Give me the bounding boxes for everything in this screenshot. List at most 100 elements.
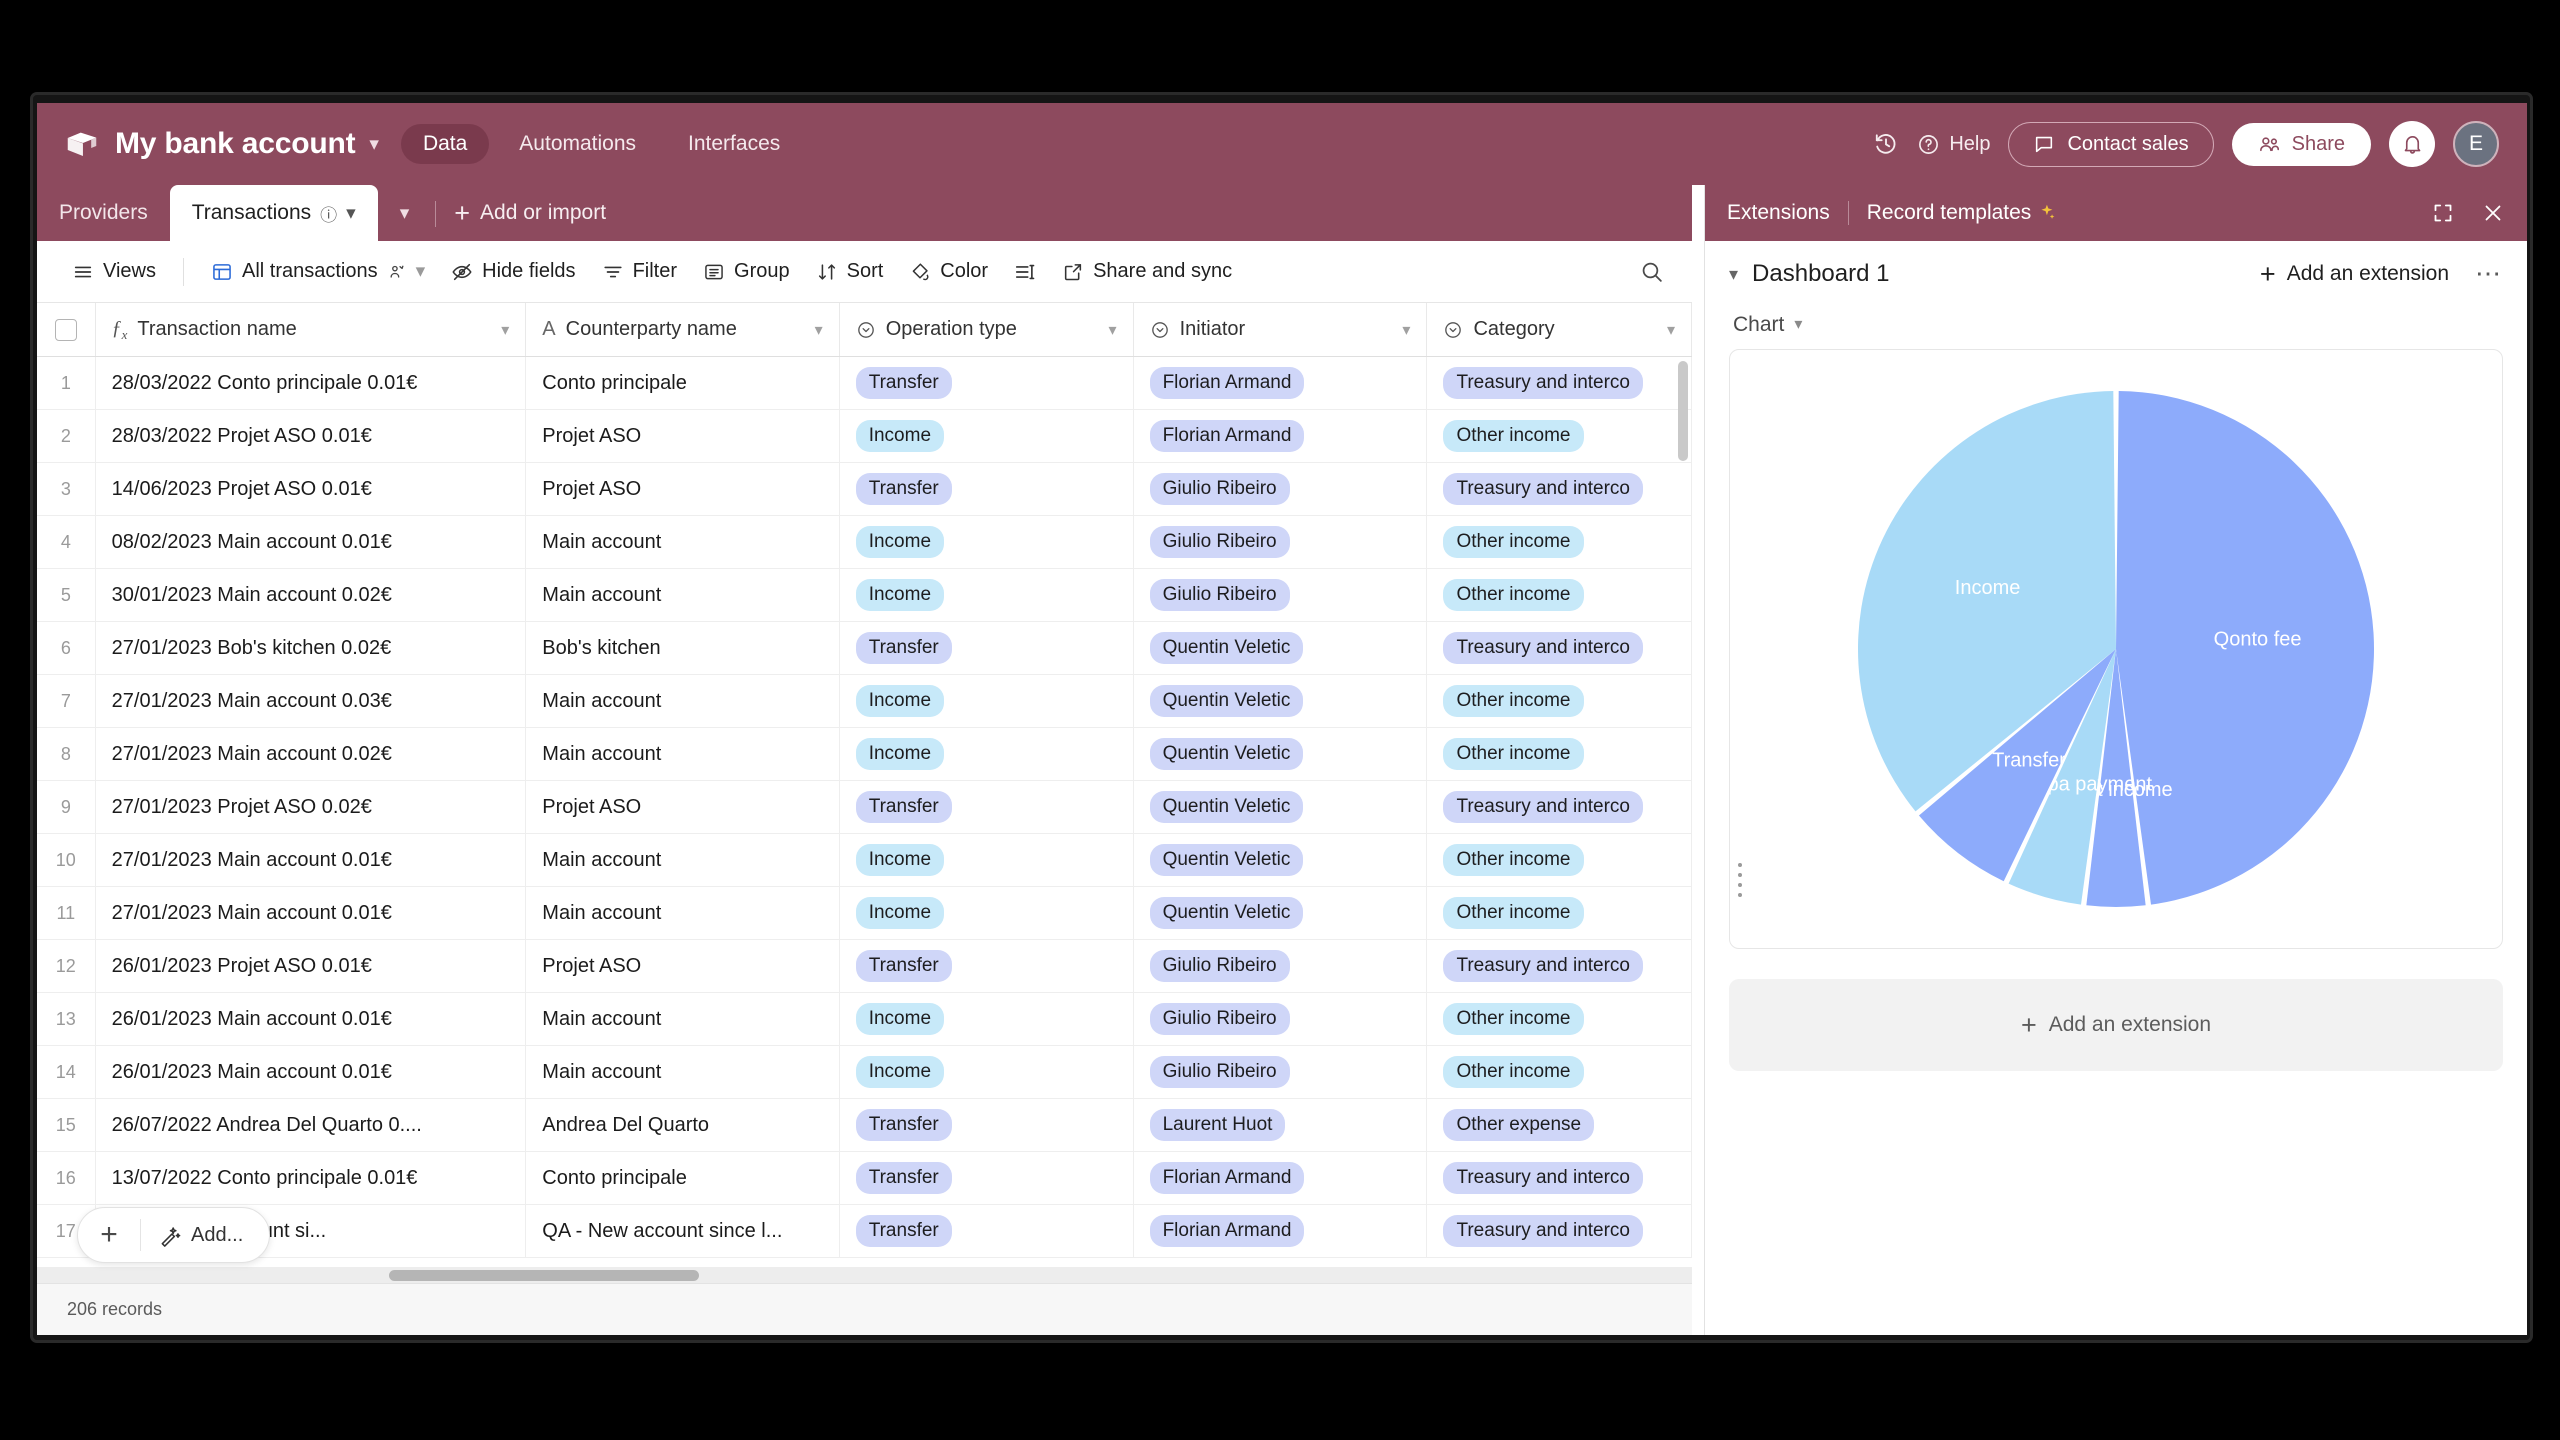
cell-initiator[interactable]: Quentin Veletic bbox=[1134, 834, 1428, 886]
cell-operation-type[interactable]: Income bbox=[840, 516, 1134, 568]
chart-extension-card[interactable]: Qonto fee Swift income Pagopa payment Trans… bbox=[1729, 349, 2503, 949]
grid-vertical-scrollbar[interactable] bbox=[1678, 361, 1688, 461]
tab-data[interactable]: Data bbox=[400, 124, 490, 164]
cell-counterparty-name[interactable]: Main account bbox=[526, 887, 840, 939]
cell-operation-type[interactable]: Transfer bbox=[840, 1099, 1134, 1151]
cell-counterparty-name[interactable]: Projet ASO bbox=[526, 940, 840, 992]
cell-category[interactable]: Other income bbox=[1427, 834, 1692, 886]
expand-icon[interactable] bbox=[2431, 201, 2455, 225]
chart-extension-title-row[interactable]: Chart ▾ bbox=[1733, 313, 2503, 337]
cell-initiator[interactable]: Giulio Ribeiro bbox=[1134, 1046, 1428, 1098]
tab-interfaces[interactable]: Interfaces bbox=[666, 124, 802, 164]
cell-category[interactable]: Treasury and interco bbox=[1427, 1152, 1692, 1204]
cell-counterparty-name[interactable]: Projet ASO bbox=[526, 781, 840, 833]
cell-category[interactable]: Treasury and interco bbox=[1427, 622, 1692, 674]
cell-operation-type[interactable]: Transfer bbox=[840, 622, 1134, 674]
cell-initiator[interactable]: Giulio Ribeiro bbox=[1134, 569, 1428, 621]
table-row[interactable]: 5 30/01/2023 Main account 0.02€ Main accou… bbox=[37, 569, 1692, 622]
cell-operation-type[interactable]: Transfer bbox=[840, 781, 1134, 833]
close-icon[interactable] bbox=[2481, 201, 2505, 225]
cell-counterparty-name[interactable]: Main account bbox=[526, 569, 840, 621]
cell-initiator[interactable]: Giulio Ribeiro bbox=[1134, 993, 1428, 1045]
table-row[interactable]: 6 27/01/2023 Bob's kitchen 0.02€ Bob's kit… bbox=[37, 622, 1692, 675]
cell-operation-type[interactable]: Transfer bbox=[840, 940, 1134, 992]
cell-counterparty-name[interactable]: Projet ASO bbox=[526, 463, 840, 515]
cell-initiator[interactable]: Florian Armand bbox=[1134, 410, 1428, 462]
cell-transaction-name[interactable]: 26/07/2022 Andrea Del Quarto 0.... bbox=[96, 1099, 527, 1151]
column-header-initiator[interactable]: Initiator ▾ bbox=[1134, 303, 1428, 356]
table-row[interactable]: 2 28/03/2022 Projet ASO 0.01€ Projet ASO In… bbox=[37, 410, 1692, 463]
cell-category[interactable]: Treasury and interco bbox=[1427, 1205, 1692, 1257]
cell-category[interactable]: Other income bbox=[1427, 675, 1692, 727]
column-header-category[interactable]: Category ▾ bbox=[1427, 303, 1692, 356]
add-extension-button[interactable]: + Add an extension bbox=[2260, 260, 2449, 288]
cell-category[interactable]: Other income bbox=[1427, 1046, 1692, 1098]
table-row[interactable]: 14 26/01/2023 Main account 0.01€ Main acco… bbox=[37, 1046, 1692, 1099]
cell-transaction-name[interactable]: 28/03/2022 Projet ASO 0.01€ bbox=[96, 410, 527, 462]
more-icon[interactable]: ⋯ bbox=[2475, 261, 2503, 286]
cell-category[interactable]: Other income bbox=[1427, 410, 1692, 462]
cell-transaction-name[interactable]: 14/06/2023 Projet ASO 0.01€ bbox=[96, 463, 527, 515]
base-menu-chevron-down-icon[interactable]: ▾ bbox=[369, 135, 379, 154]
cell-operation-type[interactable]: Income bbox=[840, 834, 1134, 886]
cell-category[interactable]: Other expense bbox=[1427, 1099, 1692, 1151]
pie-chart[interactable]: Qonto feeSwift incomePagopa paymentTrans… bbox=[1806, 369, 2426, 929]
cell-initiator[interactable]: Giulio Ribeiro bbox=[1134, 463, 1428, 515]
cell-category[interactable]: Other income bbox=[1427, 516, 1692, 568]
table-list-chevron[interactable]: ▾ bbox=[378, 185, 432, 241]
cell-category[interactable]: Other income bbox=[1427, 887, 1692, 939]
chevron-down-icon[interactable]: ▾ bbox=[1109, 320, 1117, 340]
table-row[interactable]: 10 27/01/2023 Main account 0.01€ Main acco… bbox=[37, 834, 1692, 887]
cell-transaction-name[interactable]: 26/01/2023 Main account 0.01€ bbox=[96, 993, 527, 1045]
cell-operation-type[interactable]: Income bbox=[840, 675, 1134, 727]
cell-initiator[interactable]: Quentin Veletic bbox=[1134, 781, 1428, 833]
cell-counterparty-name[interactable]: Andrea Del Quarto bbox=[526, 1099, 840, 1151]
cell-counterparty-name[interactable]: Main account bbox=[526, 516, 840, 568]
cell-operation-type[interactable]: Income bbox=[840, 728, 1134, 780]
cell-operation-type[interactable]: Income bbox=[840, 887, 1134, 939]
cell-operation-type[interactable]: Transfer bbox=[840, 1152, 1134, 1204]
column-header-transaction-name[interactable]: ƒx Transaction name ▾ bbox=[96, 303, 527, 356]
chevron-down-icon[interactable]: ▾ bbox=[815, 320, 823, 340]
table-row[interactable]: 13 26/01/2023 Main account 0.01€ Main acco… bbox=[37, 993, 1692, 1046]
cell-transaction-name[interactable]: 26/01/2023 Projet ASO 0.01€ bbox=[96, 940, 527, 992]
hide-fields-button[interactable]: Hide fields bbox=[438, 254, 588, 289]
cell-initiator[interactable]: Quentin Veletic bbox=[1134, 622, 1428, 674]
cell-category[interactable]: Other income bbox=[1427, 993, 1692, 1045]
cell-initiator[interactable]: Giulio Ribeiro bbox=[1134, 940, 1428, 992]
cell-counterparty-name[interactable]: Projet ASO bbox=[526, 410, 840, 462]
cell-operation-type[interactable]: Income bbox=[840, 993, 1134, 1045]
chart-chevron-down-icon[interactable]: ▾ bbox=[1794, 317, 1802, 333]
current-view-button[interactable]: All transactions ▾ bbox=[198, 254, 438, 289]
table-row[interactable]: 12 26/01/2023 Projet ASO 0.01€ Projet ASO T… bbox=[37, 940, 1692, 993]
cell-initiator[interactable]: Quentin Veletic bbox=[1134, 675, 1428, 727]
cell-transaction-name[interactable]: 27/01/2023 Bob's kitchen 0.02€ bbox=[96, 622, 527, 674]
dashboard-chevron-down-icon[interactable]: ▾ bbox=[1729, 265, 1738, 283]
color-button[interactable]: Color bbox=[896, 254, 1001, 289]
cell-counterparty-name[interactable]: QA - New account since l... bbox=[526, 1205, 840, 1257]
chevron-down-icon[interactable]: ▾ bbox=[1402, 320, 1410, 340]
cell-transaction-name[interactable]: 27/01/2023 Projet ASO 0.02€ bbox=[96, 781, 527, 833]
cell-category[interactable]: Other income bbox=[1427, 728, 1692, 780]
help-button[interactable]: Help bbox=[1917, 133, 1990, 156]
add-extension-placeholder[interactable]: + Add an extension bbox=[1729, 979, 2503, 1071]
add-record-floating[interactable]: + Add... bbox=[77, 1207, 271, 1263]
table-row[interactable]: 8 27/01/2023 Main account 0.02€ Main accou… bbox=[37, 728, 1692, 781]
chevron-down-icon[interactable]: ▾ bbox=[1667, 320, 1675, 340]
table-row[interactable]: 16 13/07/2022 Conto principale 0.01€ Conto… bbox=[37, 1152, 1692, 1205]
cell-category[interactable]: Treasury and interco bbox=[1427, 463, 1692, 515]
table-list-chevron-down-icon[interactable]: ▾ bbox=[400, 204, 410, 223]
cell-category[interactable]: Treasury and interco bbox=[1427, 940, 1692, 992]
tab-automations[interactable]: Automations bbox=[497, 124, 658, 164]
add-with-ai-button[interactable]: Add... bbox=[141, 1224, 269, 1247]
tab-extensions[interactable]: Extensions bbox=[1727, 201, 1848, 225]
tab-record-templates[interactable]: Record templates bbox=[1849, 201, 2076, 225]
table-row[interactable]: 1 28/03/2022 Conto principale 0.01€ Conto … bbox=[37, 357, 1692, 410]
cell-transaction-name[interactable]: 26/01/2023 Main account 0.01€ bbox=[96, 1046, 527, 1098]
filter-button[interactable]: Filter bbox=[589, 254, 690, 289]
group-button[interactable]: Group bbox=[690, 254, 803, 289]
table-row[interactable]: 15 26/07/2022 Andrea Del Quarto 0.... Andr… bbox=[37, 1099, 1692, 1152]
table-tab-transactions[interactable]: Transactions ⓘ ▾ bbox=[169, 185, 378, 241]
share-and-sync-button[interactable]: Share and sync bbox=[1049, 254, 1245, 289]
cell-transaction-name[interactable]: 27/01/2023 Main account 0.03€ bbox=[96, 675, 527, 727]
